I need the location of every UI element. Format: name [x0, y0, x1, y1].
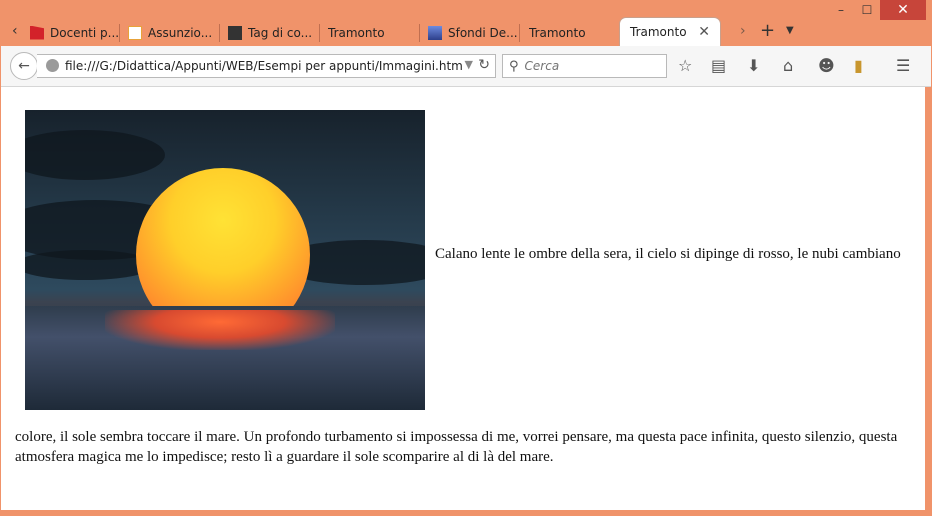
pocket-icon[interactable]: ▮: [854, 56, 863, 75]
close-tab-icon[interactable]: ✕: [698, 24, 710, 40]
tab-label: Tramonto: [529, 25, 586, 40]
reading-list-icon[interactable]: ▤: [711, 56, 726, 75]
tab-label: Tramonto: [630, 25, 687, 39]
tab-list-dropdown-icon[interactable]: ▼: [786, 25, 794, 36]
tab-label: Docenti p...: [50, 25, 120, 40]
tab-label: Sfondi De...: [448, 25, 518, 40]
globe-icon: [46, 59, 59, 72]
smiley-icon[interactable]: ☻: [818, 56, 835, 75]
tab-tag-di-colore[interactable]: Tag di co...: [228, 19, 320, 46]
new-tab-icon[interactable]: +: [760, 20, 775, 41]
tab-label: Tramonto: [328, 25, 385, 40]
bookmark-star-icon[interactable]: ☆: [678, 56, 692, 75]
history-dropdown-icon[interactable]: ▼: [465, 58, 473, 71]
arrow-left-icon: ←: [18, 58, 30, 74]
tab-docenti[interactable]: Docenti p...: [30, 19, 120, 46]
address-bar[interactable]: file:///G:/Didattica/Appunti/WEB/Esempi …: [37, 54, 496, 78]
tab-separator: [219, 24, 220, 42]
search-input[interactable]: [522, 58, 647, 74]
inline-paragraph-text: Calano lente le ombre della sera, il cie…: [435, 246, 901, 262]
download-icon[interactable]: ⬇: [747, 56, 760, 75]
tab-label: Assunzio...: [148, 25, 213, 40]
url-text: file:///G:/Didattica/Appunti/WEB/Esempi …: [65, 59, 463, 73]
search-box[interactable]: ⚲: [502, 54, 667, 78]
tab-tramonto-1[interactable]: Tramonto: [328, 19, 420, 46]
tab-tramonto-2[interactable]: Tramonto: [529, 19, 619, 46]
scroll-tabs-right-icon[interactable]: ›: [740, 23, 746, 39]
tab-label: Tag di co...: [248, 25, 313, 40]
browser-window: – ☐ ✕ ‹ Docenti p... Assunzio... Tag di …: [0, 0, 932, 516]
tab-sfondi[interactable]: Sfondi De...: [428, 19, 520, 46]
page-content: Calano lente le ombre della sera, il cie…: [1, 87, 925, 510]
tab-separator: [419, 24, 420, 42]
nav-toolbar: ← file:///G:/Didattica/Appunti/WEB/Esemp…: [1, 46, 931, 87]
tab-bar: ‹ Docenti p... Assunzio... Tag di co... …: [0, 16, 932, 46]
search-icon: ⚲: [509, 58, 519, 74]
tab-assunzioni[interactable]: Assunzio...: [128, 19, 220, 46]
paragraph-continuation: colore, il sole sembra toccare il mare. …: [15, 429, 898, 465]
tab-separator: [519, 24, 520, 42]
tab-separator: [319, 24, 320, 42]
sun-reflection: [105, 310, 335, 350]
sunset-image: [25, 110, 425, 410]
menu-icon[interactable]: ☰: [896, 56, 910, 75]
tab-separator: [119, 24, 120, 42]
cloud-shape: [25, 130, 165, 180]
back-button[interactable]: ←: [10, 52, 38, 80]
tab-favicon-icon: [428, 25, 442, 40]
tab-favicon-icon: [128, 25, 142, 40]
tab-tramonto-active[interactable]: Tramonto ✕: [620, 18, 720, 46]
tab-favicon-icon: [30, 25, 44, 40]
scroll-tabs-left-icon[interactable]: ‹: [12, 23, 18, 39]
window-bottom-border: [0, 510, 932, 516]
home-icon[interactable]: ⌂: [783, 56, 793, 75]
tab-favicon-icon: [228, 25, 242, 40]
reload-icon[interactable]: ↻: [478, 57, 490, 73]
